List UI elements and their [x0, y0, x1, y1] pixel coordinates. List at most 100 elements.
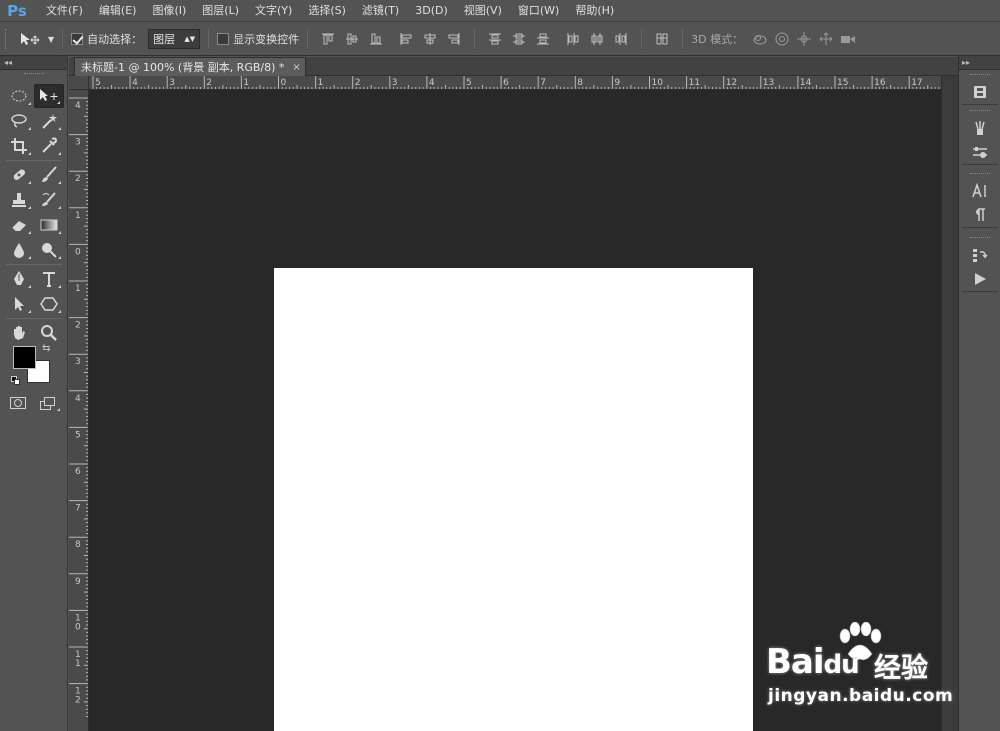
distribute-bottom-edges-icon[interactable]: [532, 28, 554, 50]
type-tool-icon[interactable]: [34, 267, 64, 291]
3d-rotate-icon[interactable]: [749, 28, 771, 50]
document-canvas[interactable]: [274, 268, 753, 731]
distribute-left-edges-icon[interactable]: [562, 28, 584, 50]
options-divider: [62, 29, 64, 49]
menu-select[interactable]: 选择(S): [300, 0, 354, 22]
options-divider: [307, 29, 309, 49]
options-bar: ▼ 自动选择： 图层 ▲▼ 显示变换控件 3D 模式：: [0, 23, 1000, 56]
quick-mask-icon[interactable]: [10, 397, 26, 409]
3d-scale-icon[interactable]: [837, 28, 859, 50]
ruler-label: 4: [132, 78, 138, 88]
ruler-origin[interactable]: [69, 76, 89, 90]
align-top-edges-icon[interactable]: [317, 28, 339, 50]
auto-align-layers-icon[interactable]: [651, 28, 673, 50]
lasso-tool-icon[interactable]: [4, 109, 34, 133]
3d-slide-icon[interactable]: [815, 28, 837, 50]
paragraph-panel-icon[interactable]: [962, 203, 998, 227]
menu-edit[interactable]: 编辑(E): [91, 0, 145, 22]
close-document-icon[interactable]: ×: [292, 62, 300, 73]
magic-wand-tool-icon[interactable]: [34, 109, 64, 133]
history-brush-tool-icon[interactable]: [34, 188, 64, 212]
healing-brush-tool-icon[interactable]: [4, 163, 34, 187]
screen-mode-icon[interactable]: [40, 397, 60, 411]
panel-group-4: [962, 235, 998, 292]
distribute-horizontal-centers-icon[interactable]: [586, 28, 608, 50]
panel-dock-collapse[interactable]: ▸▸: [959, 56, 1000, 70]
ruler-label: 14: [800, 78, 812, 88]
ruler-label: 4: [75, 101, 81, 111]
move-tool-icon[interactable]: [34, 84, 64, 108]
align-horizontal-centers-icon[interactable]: [419, 28, 441, 50]
3d-roll-icon[interactable]: [771, 28, 793, 50]
menu-image[interactable]: 图像(I): [144, 0, 194, 22]
dodge-tool-icon[interactable]: [34, 238, 64, 262]
baidu-brand-prefix: Bai: [766, 642, 825, 682]
ruler-label: 6: [503, 78, 509, 88]
auto-select-checkbox[interactable]: [71, 33, 84, 45]
vertical-ruler-ticks: 43210123456789101112: [69, 97, 88, 718]
eyedropper-tool-icon[interactable]: [34, 134, 64, 158]
menu-layer[interactable]: 图层(L): [194, 0, 247, 22]
rectangular-marquee-tool-icon[interactable]: [4, 84, 34, 108]
auto-select-target-dropdown[interactable]: 图层 ▲▼: [148, 29, 201, 49]
document-tab[interactable]: 未标题-1 @ 100% (背景 副本, RGB/8) * ×: [74, 57, 306, 76]
default-colors-icon[interactable]: [11, 376, 21, 386]
panel-group-1: [962, 72, 998, 105]
baidu-brand-suffix: du: [823, 650, 860, 680]
hand-tool-icon[interactable]: [4, 321, 34, 345]
show-transform-checkbox[interactable]: [217, 33, 230, 45]
blur-tool-icon[interactable]: [4, 238, 34, 262]
watermark-url: jingyan.baidu.com: [768, 686, 954, 706]
menu-window[interactable]: 窗口(W): [510, 0, 567, 22]
brush-tool-icon[interactable]: [34, 163, 64, 187]
menu-3d[interactable]: 3D(D): [407, 0, 456, 22]
vertical-ruler[interactable]: 43210123456789101112: [69, 90, 89, 731]
ruler-label: 6: [75, 467, 81, 477]
crop-tool-icon[interactable]: [4, 134, 34, 158]
history-panel-icon[interactable]: [962, 243, 998, 267]
zoom-tool-icon[interactable]: [34, 321, 64, 345]
tools-panel-collapse[interactable]: ◂◂: [0, 56, 67, 70]
pen-tool-icon[interactable]: [4, 267, 34, 291]
custom-shape-tool-icon[interactable]: [34, 292, 64, 316]
layers-panel-icon[interactable]: [962, 80, 998, 104]
align-right-edges-icon[interactable]: [443, 28, 465, 50]
menu-filter[interactable]: 滤镜(T): [354, 0, 407, 22]
character-panel-icon[interactable]: [962, 179, 998, 203]
menu-type[interactable]: 文字(Y): [247, 0, 300, 22]
swap-colors-icon[interactable]: ⇆: [42, 343, 50, 354]
clone-stamp-tool-icon[interactable]: [4, 188, 34, 212]
adjustments-panel-icon[interactable]: [962, 140, 998, 164]
3d-pan-icon[interactable]: [793, 28, 815, 50]
distribute-right-edges-icon[interactable]: [610, 28, 632, 50]
ruler-label: 15: [837, 78, 848, 88]
brush-presets-icon[interactable]: [962, 116, 998, 140]
align-left-edges-icon[interactable]: [395, 28, 417, 50]
panel-group-3: [962, 171, 998, 228]
distribute-vertical-centers-icon[interactable]: [508, 28, 530, 50]
ruler-label: 7: [75, 504, 81, 514]
ruler-label: 2: [75, 321, 81, 331]
distribute-top-edges-icon[interactable]: [484, 28, 506, 50]
ruler-label: 0: [281, 78, 287, 88]
tools-panel-grip[interactable]: [24, 73, 44, 76]
foreground-color-swatch[interactable]: [13, 346, 36, 369]
options-grip[interactable]: [5, 29, 13, 49]
ruler-label: 0: [75, 247, 81, 257]
eraser-tool-icon[interactable]: [4, 213, 34, 237]
ruler-label: 1: [75, 284, 81, 294]
menu-file[interactable]: 文件(F): [38, 0, 91, 22]
horizontal-ruler[interactable]: 543210123456789101112131415161718: [89, 76, 941, 90]
actions-panel-icon[interactable]: [962, 267, 998, 291]
path-selection-tool-icon[interactable]: [4, 292, 34, 316]
menu-bar: Ps 文件(F) 编辑(E) 图像(I) 图层(L) 文字(Y) 选择(S) 滤…: [0, 0, 1000, 22]
updown-arrows-icon: ▲▼: [184, 34, 196, 43]
menu-help[interactable]: 帮助(H): [567, 0, 622, 22]
menu-view[interactable]: 视图(V): [456, 0, 510, 22]
ruler-label: 7: [540, 78, 546, 88]
gradient-tool-icon[interactable]: [34, 213, 64, 237]
align-vertical-centers-icon[interactable]: [341, 28, 363, 50]
align-bottom-edges-icon[interactable]: [365, 28, 387, 50]
tool-preset-picker[interactable]: ▼: [19, 31, 54, 47]
baidu-jingyan-watermark: Baidu 经验 jingyan.baidu.com: [762, 622, 954, 714]
